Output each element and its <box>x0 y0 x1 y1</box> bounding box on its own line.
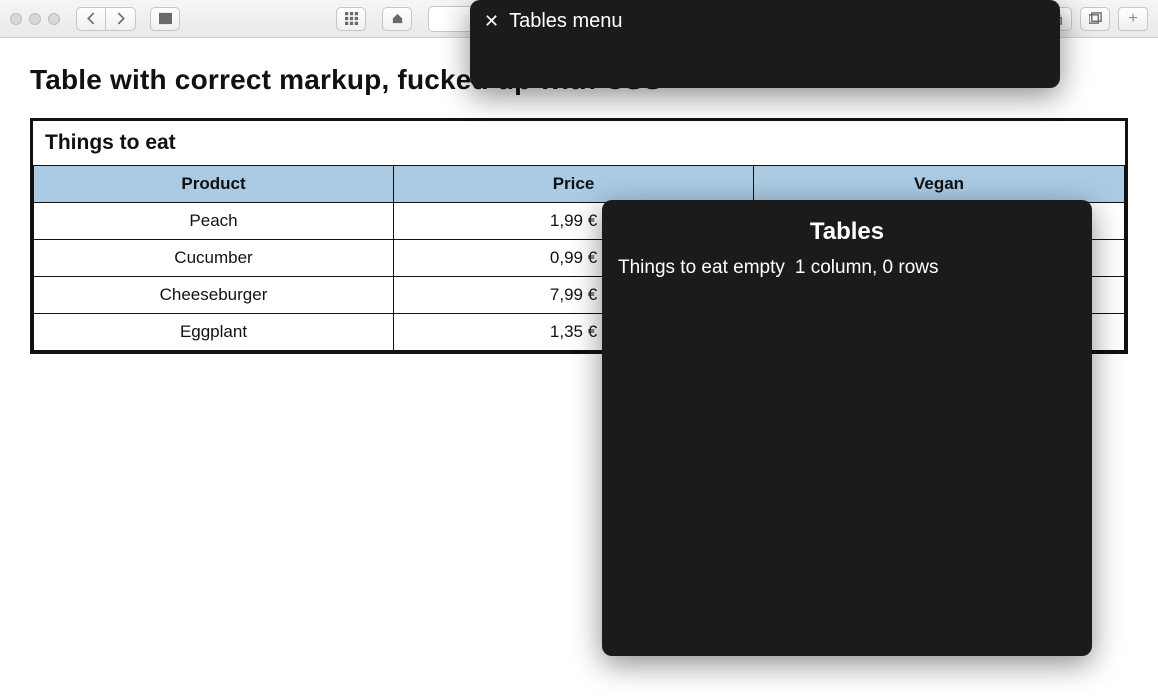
voiceover-caption-text: Tables menu <box>509 10 622 33</box>
new-tab-button[interactable]: + <box>1118 7 1148 31</box>
window-zoom-dot[interactable] <box>48 13 60 25</box>
tabs-button[interactable] <box>1080 7 1110 31</box>
cell-product: Peach <box>34 203 394 240</box>
sidebar-toggle-button[interactable] <box>150 7 180 31</box>
voiceover-rotor-panel[interactable]: Tables Things to eat empty 1 column, 0 ro… <box>602 200 1092 656</box>
nav-back-forward <box>76 7 136 31</box>
col-vegan: Vegan <box>754 166 1125 203</box>
cell-product: Cucumber <box>34 240 394 277</box>
cell-product: Cheeseburger <box>34 277 394 314</box>
forward-button[interactable] <box>106 7 136 31</box>
rotor-detail-left: Things to eat empty <box>618 257 785 278</box>
table-header-row: Product Price Vegan <box>34 166 1125 203</box>
close-icon[interactable]: ✕ <box>484 12 499 30</box>
col-price: Price <box>394 166 754 203</box>
back-button[interactable] <box>76 7 106 31</box>
window-controls <box>10 13 60 25</box>
plus-icon: + <box>1128 10 1137 28</box>
window-close-dot[interactable] <box>10 13 22 25</box>
table-caption: Things to eat <box>33 121 1125 165</box>
window-min-dot[interactable] <box>29 13 41 25</box>
rotor-heading: Tables <box>618 218 1076 246</box>
col-product: Product <box>34 166 394 203</box>
cell-product: Eggplant <box>34 314 394 351</box>
voiceover-caption-panel: ✕ Tables menu <box>470 0 1060 88</box>
home-button[interactable] <box>382 7 412 31</box>
top-sites-button[interactable] <box>336 7 366 31</box>
rotor-detail-right: 1 column, 0 rows <box>795 257 939 278</box>
rotor-detail: Things to eat empty 1 column, 0 rows <box>618 256 1076 281</box>
